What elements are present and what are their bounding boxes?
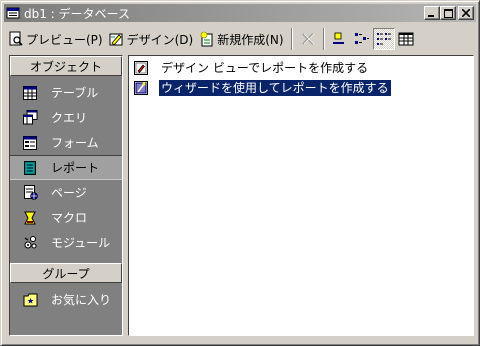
macro-icon xyxy=(22,210,38,226)
sidebar-item-label: クエリ xyxy=(51,111,88,125)
list-item-create-wizard[interactable]: ウィザードを使用してレポートを作成する xyxy=(129,78,473,98)
new-object-icon xyxy=(199,31,215,47)
sidebar-item-favorites[interactable]: お気に入り xyxy=(10,287,122,312)
details-view-icon xyxy=(398,32,414,46)
details-view-button[interactable] xyxy=(395,28,417,50)
sidebar-item-reports[interactable]: レポート xyxy=(10,155,122,180)
sidebar-item-label: マクロ xyxy=(51,211,88,225)
list-view-button[interactable] xyxy=(372,28,395,50)
sidebar-item-label: テーブル xyxy=(51,86,99,100)
module-icon xyxy=(22,235,38,251)
new-label: 新規作成(N) xyxy=(217,32,284,47)
wizard-icon xyxy=(133,80,149,96)
groups-header-label: グループ xyxy=(42,266,90,281)
toolbar-separator xyxy=(290,28,293,50)
large-icons-icon xyxy=(332,32,344,44)
design-button[interactable]: デザイン(D) xyxy=(106,27,197,51)
sidebar-item-macros[interactable]: マクロ xyxy=(10,205,122,230)
design-view-icon xyxy=(133,60,149,76)
list-item-label: デザイン ビューでレポートを作成する xyxy=(161,61,369,75)
database-icon xyxy=(6,6,20,20)
sidebar-item-modules[interactable]: モジュール xyxy=(10,230,122,255)
minimize-button[interactable] xyxy=(424,6,440,20)
toolbar: プレビュー(P) デザイン(D) 新規作成(N) xyxy=(5,25,475,53)
list-item-label: ウィザードを使用してレポートを作成する xyxy=(158,79,392,97)
query-icon xyxy=(22,110,38,126)
sidebar-item-pages[interactable]: ページ xyxy=(10,180,122,205)
preview-button[interactable]: プレビュー(P) xyxy=(5,27,106,51)
maximize-icon xyxy=(443,8,453,18)
sidebar-item-label: ページ xyxy=(51,186,87,200)
design-ruler-icon xyxy=(109,31,125,47)
toolbar-separator xyxy=(322,28,325,50)
minimize-icon xyxy=(428,15,434,17)
magnifier-icon xyxy=(8,31,24,47)
table-icon xyxy=(22,85,38,101)
objects-group-header[interactable]: オブジェクト xyxy=(10,56,122,76)
sidebar-item-queries[interactable]: クエリ xyxy=(10,105,122,130)
page-icon xyxy=(22,185,38,201)
delete-button[interactable] xyxy=(297,28,319,50)
list-item-create-design-view[interactable]: デザイン ビューでレポートを作成する xyxy=(129,58,473,78)
maximize-button[interactable] xyxy=(440,6,456,20)
objects-header-label: オブジェクト xyxy=(29,59,102,74)
preview-label: プレビュー(P) xyxy=(26,32,103,47)
close-icon xyxy=(462,9,470,17)
new-button[interactable]: 新規作成(N) xyxy=(196,27,286,51)
small-icons-icon xyxy=(354,33,369,44)
object-list: デザイン ビューでレポートを作成する ウィザードを使用してレポートを作成する xyxy=(128,55,474,336)
sidebar-item-label: モジュール xyxy=(51,236,111,250)
sidebar-item-tables[interactable]: テーブル xyxy=(10,80,122,105)
small-icons-view-button[interactable] xyxy=(351,28,373,50)
favorites-icon xyxy=(22,292,38,308)
report-icon xyxy=(22,160,38,176)
groups-header[interactable]: グループ xyxy=(10,263,122,283)
delete-icon xyxy=(301,33,314,45)
sidebar-item-forms[interactable]: フォーム xyxy=(10,130,122,155)
window-title: db1 : データベース xyxy=(24,6,130,21)
sidebar-item-label: お気に入り xyxy=(51,293,112,307)
sidebar-item-label: フォーム xyxy=(51,136,99,150)
list-view-icon xyxy=(376,33,391,45)
database-window: db1 : データベース プレビュー(P) デザイン(D) 新規作成(N) オブ… xyxy=(0,0,480,346)
sidebar-item-label: レポート xyxy=(51,161,100,175)
design-label: デザイン(D) xyxy=(126,32,194,47)
window-controls xyxy=(424,6,474,20)
close-button[interactable] xyxy=(458,6,474,20)
objects-bar: オブジェクト テーブル クエリ フォーム レポート ページ マクロ モジュール … xyxy=(9,55,123,336)
form-icon xyxy=(22,135,38,151)
large-icons-view-button[interactable] xyxy=(329,28,351,50)
title-bar[interactable]: db1 : データベース xyxy=(4,4,476,22)
